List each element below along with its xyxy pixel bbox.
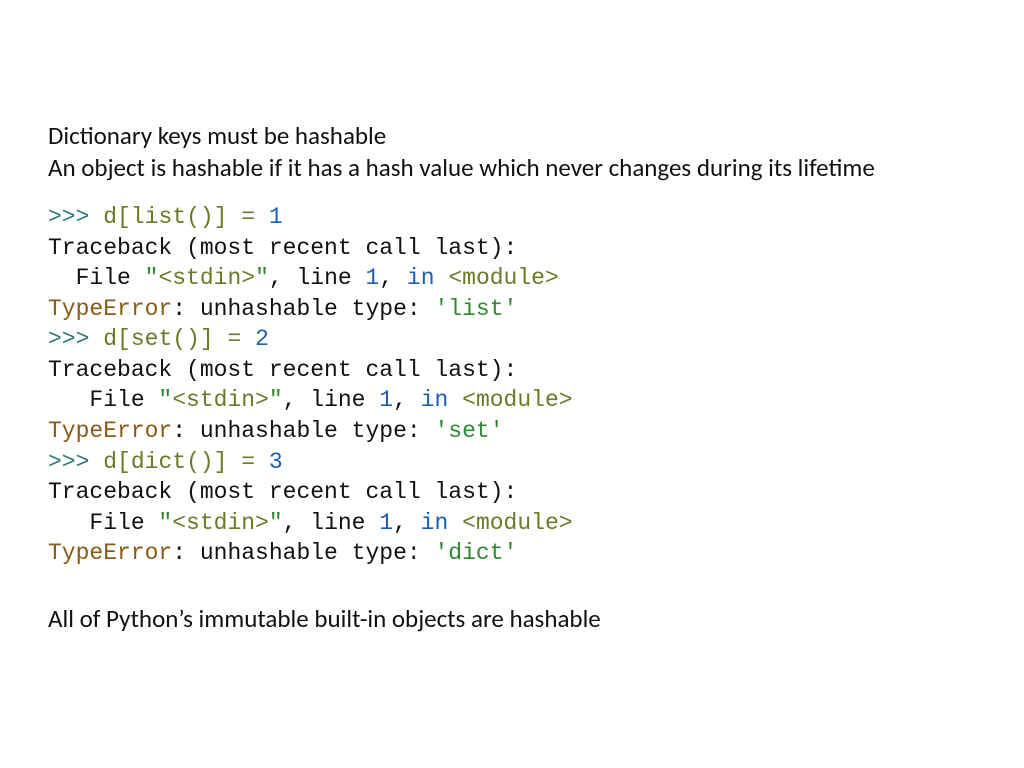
q-close: ": [269, 510, 283, 536]
bracket-close: ]: [214, 204, 228, 230]
stdin: <stdin>: [172, 510, 269, 536]
assign: =: [227, 204, 268, 230]
sp: [448, 510, 462, 536]
bracket-open: [: [117, 449, 131, 475]
unhashable: : unhashable type:: [172, 418, 434, 444]
after-stdin-a: , line: [269, 265, 366, 291]
stdin: <stdin>: [172, 387, 269, 413]
q-close: ": [255, 265, 269, 291]
type-dict: dict: [448, 540, 503, 566]
q: ': [434, 418, 448, 444]
after-stdin-a: , line: [283, 387, 380, 413]
type-list: list: [448, 296, 503, 322]
var-d: d: [103, 449, 117, 475]
after-stdin-b: ,: [379, 265, 407, 291]
file-head: File: [48, 387, 158, 413]
assign: =: [214, 326, 255, 352]
num-1: 1: [269, 204, 283, 230]
parens: (): [172, 326, 200, 352]
prompt: >>>: [48, 449, 103, 475]
stdin: <stdin>: [158, 265, 255, 291]
q: ': [490, 418, 504, 444]
lineno: 1: [366, 265, 380, 291]
bracket-close: ]: [200, 326, 214, 352]
after-stdin-b: ,: [393, 510, 421, 536]
q: ': [434, 540, 448, 566]
unhashable: : unhashable type:: [172, 540, 434, 566]
var-d: d: [103, 326, 117, 352]
q: ': [504, 296, 518, 322]
var-d: d: [103, 204, 117, 230]
type-error: TypeError: [48, 540, 172, 566]
file-head: File: [48, 510, 158, 536]
fn-list: list: [131, 204, 186, 230]
assign: =: [227, 449, 268, 475]
after-stdin-a: , line: [283, 510, 380, 536]
intro-line-1: Dictionary keys must be hashable: [48, 120, 386, 151]
q-open: ": [158, 510, 172, 536]
slide: Dictionary keys must be hashable An obje…: [0, 0, 1024, 768]
module: <module>: [462, 387, 572, 413]
file-head: File: [48, 265, 145, 291]
type-error: TypeError: [48, 418, 172, 444]
intro-text: Dictionary keys must be hashable An obje…: [48, 120, 976, 184]
q: ': [434, 296, 448, 322]
traceback: Traceback (most recent call last):: [48, 357, 517, 383]
prompt: >>>: [48, 204, 103, 230]
type-set: set: [448, 418, 489, 444]
num-3: 3: [269, 449, 283, 475]
bracket-open: [: [117, 204, 131, 230]
parens: (): [186, 204, 214, 230]
fn-set: set: [131, 326, 172, 352]
fn-dict: dict: [131, 449, 186, 475]
in-kw: in: [407, 265, 435, 291]
outro-text: All of Python’s immutable built-in objec…: [48, 603, 976, 635]
in-kw: in: [421, 510, 449, 536]
prompt: >>>: [48, 326, 103, 352]
q: ': [504, 540, 518, 566]
lineno: 1: [379, 510, 393, 536]
bracket-close: ]: [214, 449, 228, 475]
traceback: Traceback (most recent call last):: [48, 235, 517, 261]
outro-line-1: All of Python’s immutable built-in objec…: [48, 603, 601, 634]
intro-line-2: An object is hashable if it has a hash v…: [48, 152, 875, 183]
bracket-open: [: [117, 326, 131, 352]
parens: (): [186, 449, 214, 475]
sp: [448, 387, 462, 413]
module: <module>: [462, 510, 572, 536]
module: <module>: [448, 265, 558, 291]
unhashable: : unhashable type:: [172, 296, 434, 322]
traceback: Traceback (most recent call last):: [48, 479, 517, 505]
q-close: ": [269, 387, 283, 413]
q-open: ": [145, 265, 159, 291]
num-2: 2: [255, 326, 269, 352]
type-error: TypeError: [48, 296, 172, 322]
in-kw: in: [421, 387, 449, 413]
lineno: 1: [379, 387, 393, 413]
code-block: >>> d[list()] = 1 Traceback (most recent…: [48, 202, 976, 569]
after-stdin-b: ,: [393, 387, 421, 413]
q-open: ": [158, 387, 172, 413]
sp: [435, 265, 449, 291]
